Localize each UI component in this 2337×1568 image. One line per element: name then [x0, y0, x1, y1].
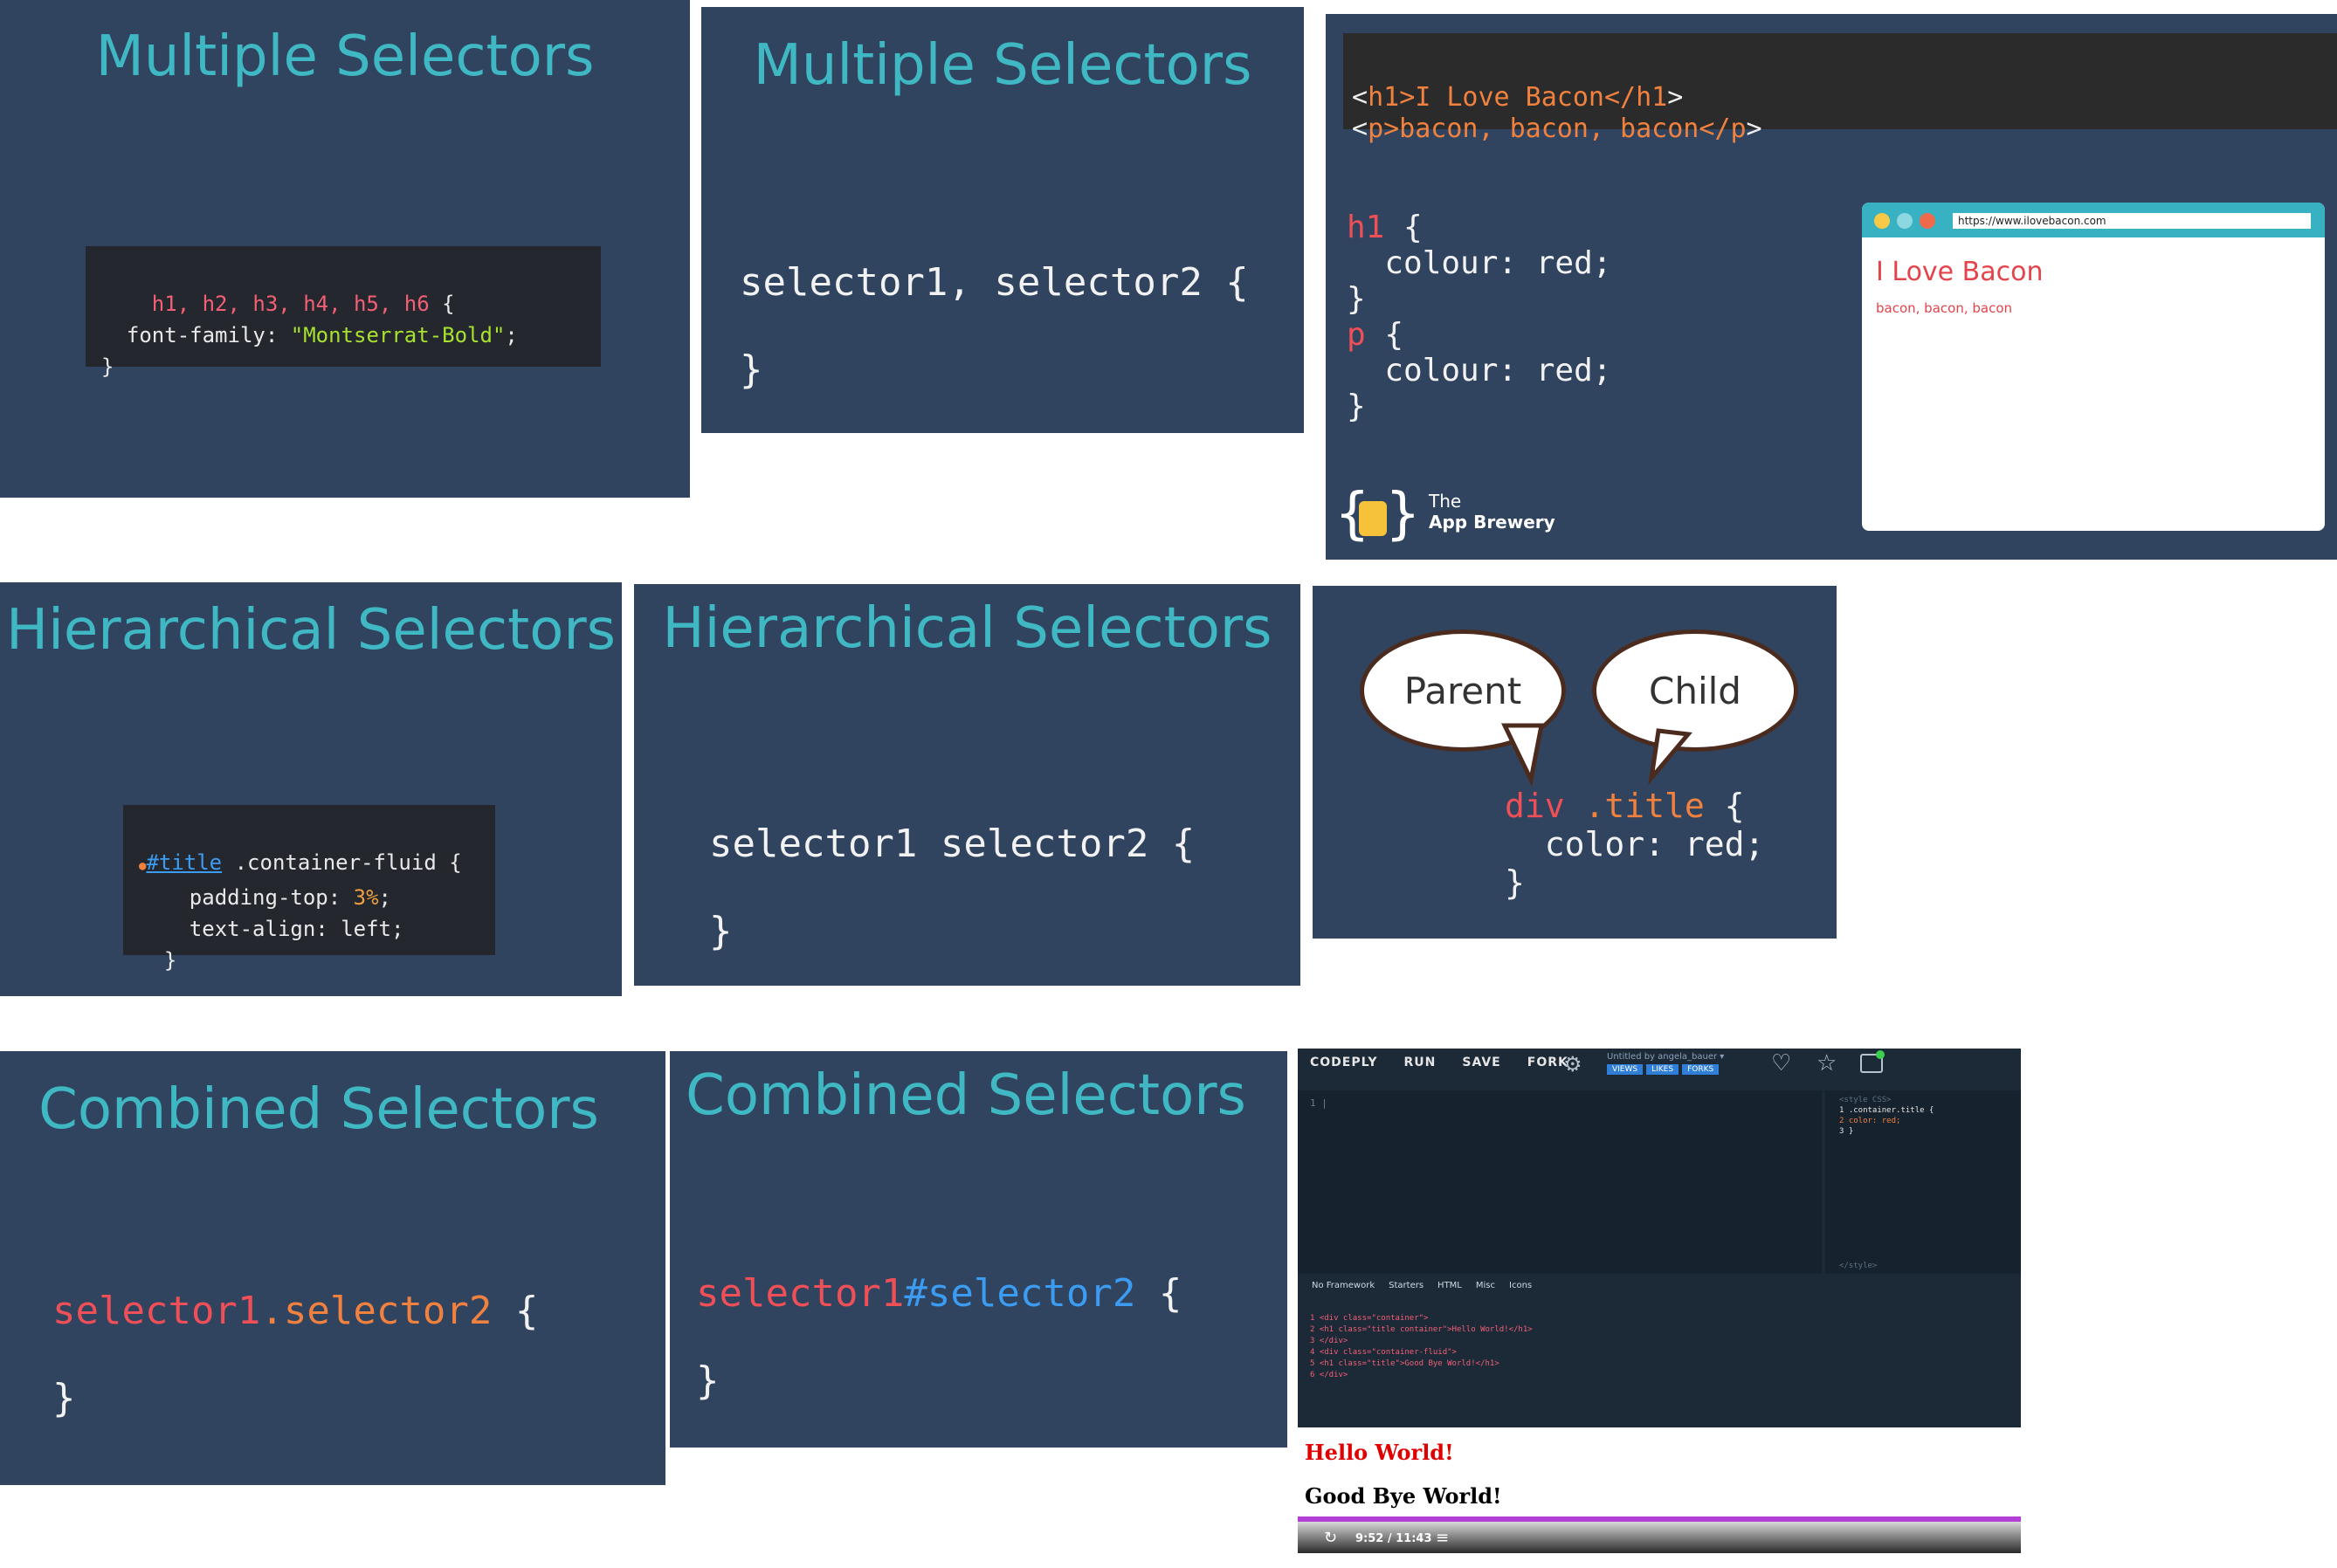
replay-icon[interactable]: ↻ — [1324, 1529, 1337, 1547]
code-snippet: ●#title .container-fluid { padding-top: … — [123, 805, 495, 973]
minimize-dot-icon — [1897, 213, 1913, 229]
html-toolbar: No Framework Starters HTML Misc Icons — [1298, 1281, 2021, 1296]
slide-multiple-selectors-2: Multiple Selectors selector1, selector2 … — [701, 7, 1304, 433]
url-bar: https://www.ilovebacon.com — [1953, 213, 2311, 229]
browser-paragraph: bacon, bacon, bacon — [1876, 300, 2013, 316]
slide-hierarchical-selectors-1: Hierarchical Selectors ●#title .containe… — [0, 582, 622, 996]
preview-pane: Hello World! Good Bye World! ↻ 9:52 / 11… — [1298, 1427, 2021, 1553]
code-snippet: h1, h2, h3, h4, h5, h6 { font-family: "M… — [86, 246, 601, 379]
preview-heading-red: Hello World! — [1305, 1440, 1454, 1465]
browser-heading: I Love Bacon — [1876, 257, 2044, 287]
framework-select[interactable]: No Framework — [1312, 1281, 1375, 1296]
code-line: } — [696, 1358, 720, 1403]
codeply-menubar: CODEPLY RUN SAVE FORK — [1310, 1056, 1595, 1069]
slide-parent-child: Parent Child div .title { color: red; } — [1313, 586, 1837, 939]
gear-icon[interactable]: ⚙ — [1563, 1052, 1582, 1076]
code-line: selector1.selector2 { — [52, 1289, 539, 1333]
slide-combined-selectors-1: Combined Selectors selector1.selector2 {… — [0, 1051, 665, 1485]
css-pane[interactable]: <style CSS> 1 .container.title { 2 color… — [1825, 1090, 2021, 1274]
icons-menu[interactable]: Icons — [1509, 1281, 1532, 1296]
slide-title: Multiple Selectors — [753, 33, 1252, 98]
close-dot-icon — [1874, 213, 1890, 229]
preview-heading: Good Bye World! — [1305, 1483, 1502, 1509]
slide-title: Hierarchical Selectors — [5, 598, 617, 663]
html-editor[interactable]: 1 <div class="container"> 2 <h1 class="t… — [1298, 1307, 2021, 1426]
video-time: 9:52 / 11:43 — [1355, 1532, 1432, 1545]
css-code-block: h1 { colour: red; } p { colour: red; } — [1347, 210, 1612, 424]
stats-badges: VIEWS LIKES FORKS — [1607, 1064, 1720, 1075]
bubble-tails — [1501, 723, 1692, 787]
slide-multiple-selectors-1: Multiple Selectors h1, h2, h3, h4, h5, h… — [0, 0, 690, 498]
codeply-screenshot: CODEPLY RUN SAVE FORK ⚙ Untitled by angela_… — [1298, 1049, 2021, 1553]
brewery-logo-icon: { } — [1334, 482, 1421, 547]
code-line: selector1#selector2 { — [696, 1271, 1182, 1316]
css-code-block: div .title { color: red; } — [1505, 787, 1765, 902]
star-icon[interactable]: ☆ — [1817, 1050, 1837, 1076]
maximize-dot-icon — [1920, 213, 1935, 229]
slide-hierarchical-selectors-2: Hierarchical Selectors selector1 selecto… — [634, 584, 1300, 986]
slide-bacon-example: <h1>I Love Bacon</h1> <p>bacon, bacon, b… — [1326, 14, 2337, 560]
slide-title: Combined Selectors — [686, 1063, 1246, 1128]
svg-text:}: } — [1385, 482, 1421, 547]
save-button[interactable]: SAVE — [1462, 1056, 1500, 1069]
codeply-logo: CODEPLY — [1310, 1056, 1378, 1069]
starters-menu[interactable]: Starters — [1389, 1281, 1424, 1296]
slide-title: Hierarchical Selectors — [662, 596, 1272, 661]
heart-icon[interactable]: ♡ — [1771, 1050, 1791, 1076]
code-line: } — [740, 347, 763, 392]
misc-menu[interactable]: Misc — [1476, 1281, 1495, 1296]
slide-combined-selectors-2: Combined Selectors selector1#selector2 {… — [670, 1051, 1287, 1448]
slide-title: Combined Selectors — [38, 1077, 599, 1142]
code-line: selector1 selector2 { — [709, 822, 1196, 866]
chapters-icon[interactable]: ≡ — [1436, 1529, 1449, 1547]
video-controls: ↻ 9:52 / 11:43 ≡ — [1298, 1522, 2021, 1553]
code-line: } — [709, 909, 733, 953]
code-line: selector1, selector2 { — [740, 260, 1249, 305]
fork-button[interactable]: FORK — [1527, 1056, 1568, 1069]
html-code-block: <h1>I Love Bacon</h1> <p>bacon, bacon, b… — [1343, 33, 2337, 144]
browser-window: https://www.ilovebacon.com I Love Bacon … — [1862, 203, 2325, 531]
app-brewery-logo: { } The App Brewery — [1334, 478, 1561, 548]
browser-titlebar: https://www.ilovebacon.com — [1862, 203, 2325, 237]
editor-pane[interactable]: 1 | — [1298, 1090, 1822, 1274]
notification-dot-icon — [1876, 1050, 1885, 1059]
code-line: } — [52, 1376, 76, 1420]
html-menu[interactable]: HTML — [1437, 1281, 1462, 1296]
untitled-label[interactable]: Untitled by angela_bauer ▾ — [1607, 1052, 1724, 1062]
slide-title: Multiple Selectors — [95, 24, 595, 89]
run-button[interactable]: RUN — [1404, 1056, 1437, 1069]
